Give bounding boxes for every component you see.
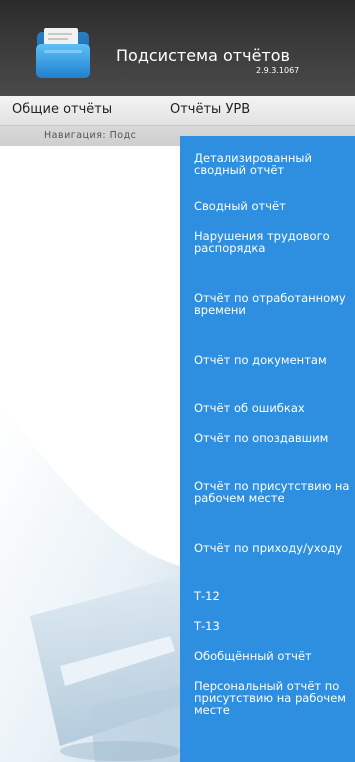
dropdown-item-t13[interactable]: Т-13 [194,620,355,632]
menu-general-reports[interactable]: Общие отчёты [12,102,112,117]
main-menu: Общие отчёты Отчёты УРВ [0,96,355,126]
menu-time-tracking-reports[interactable]: Отчёты УРВ [170,102,250,117]
dropdown-item-detailed-summary[interactable]: Детализированный сводный отчёт [194,152,355,176]
breadcrumb-label: Навигация: Подс [44,130,137,141]
reports-dropdown-menu: Детализированный сводный отчёт Сводный о… [180,136,355,762]
background-illustration [0,146,180,762]
app-version: 2.9.3.1067 [256,66,300,75]
dropdown-item-generalized[interactable]: Обобщённый отчёт [194,650,355,662]
dropdown-item-worked-time[interactable]: Отчёт по отработанному времени [194,292,355,316]
app-header: Подсистема отчётов 2.9.3.1067 [0,0,355,96]
dropdown-item-arrival-departure[interactable]: Отчёт по приходу/уходу [194,542,355,554]
dropdown-item-violations[interactable]: Нарушения трудового распорядка [194,230,355,254]
folder-reports-icon [36,28,90,78]
dropdown-item-documents[interactable]: Отчёт по документам [194,354,355,366]
dropdown-item-summary[interactable]: Сводный отчёт [194,200,355,212]
dropdown-item-t12[interactable]: Т-12 [194,590,355,602]
dropdown-item-presence[interactable]: Отчёт по присутствию на рабочем месте [194,480,355,504]
app-title: Подсистема отчётов [116,46,290,65]
dropdown-item-personal-presence[interactable]: Персональный отчёт по присутствию на раб… [194,680,355,716]
dropdown-item-errors[interactable]: Отчёт об ошибках [194,402,355,414]
dropdown-item-late[interactable]: Отчёт по опоздавшим [194,432,355,444]
